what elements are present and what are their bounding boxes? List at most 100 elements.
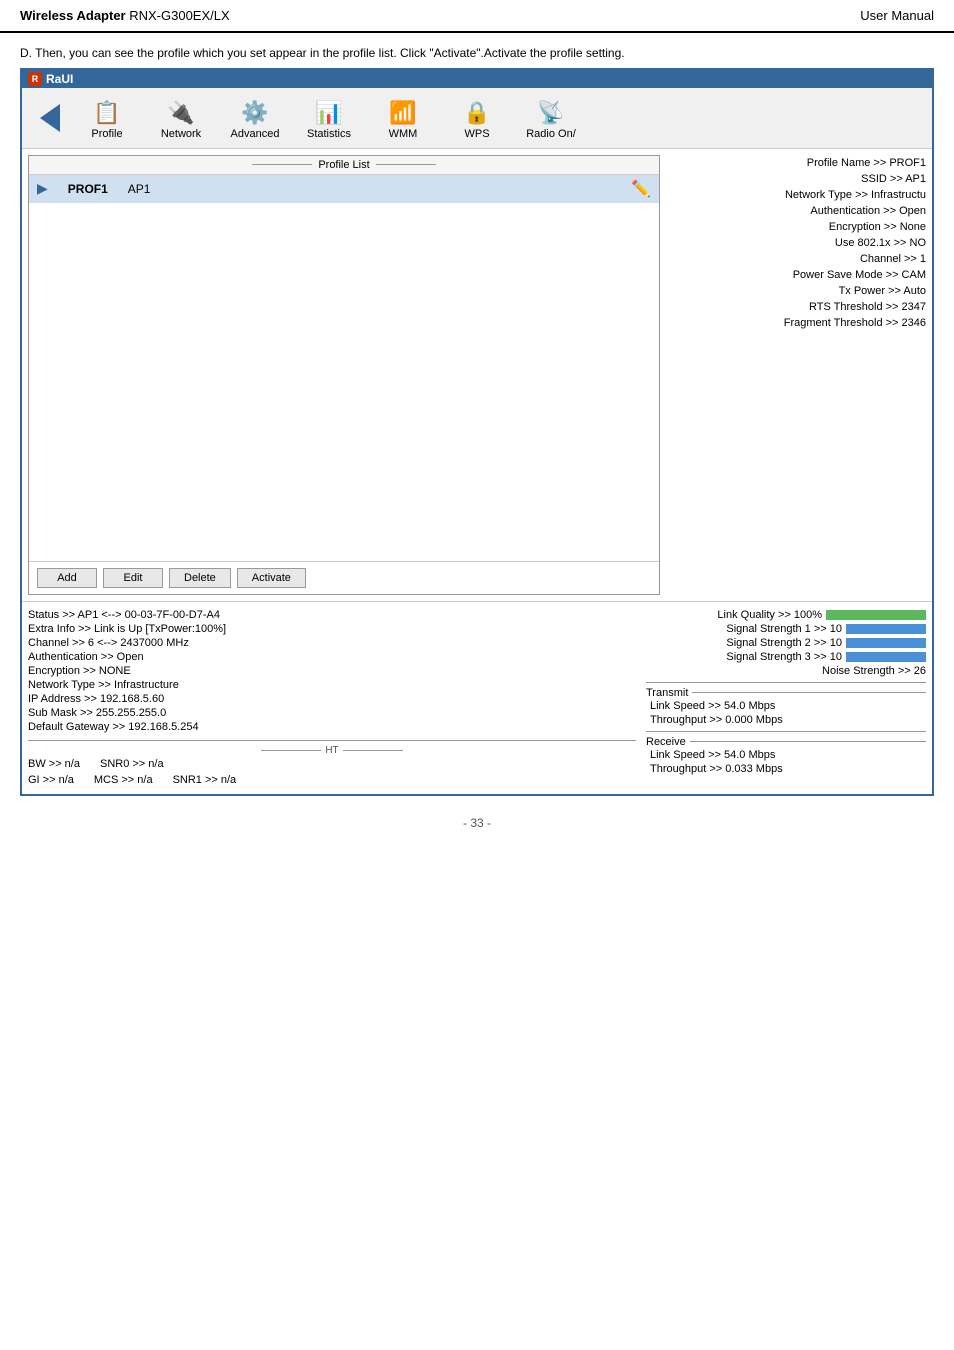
edit-button[interactable]: Edit	[103, 568, 163, 588]
link-quality-bar	[826, 610, 926, 620]
status-network-type: Network Type >> Infrastructure	[28, 678, 636, 692]
back-button[interactable]	[32, 94, 68, 142]
ht-gi: GI >> n/a	[28, 774, 74, 786]
profile-active-arrow: ▶	[37, 180, 48, 197]
profile-name: PROF1	[68, 182, 108, 196]
page-footer: - 33 -	[0, 796, 954, 850]
activate-button[interactable]: Activate	[237, 568, 306, 588]
toolbar-wmm[interactable]: 📶 WMM	[368, 98, 438, 142]
info-fragment: Fragment Threshold >> 2346	[666, 315, 926, 331]
ht-row-1: BW >> n/a SNR0 >> n/a	[28, 756, 636, 772]
titlebar-title: RaUI	[46, 72, 73, 86]
ht-snr1: SNR1 >> n/a	[173, 774, 237, 786]
receive-section: Receive Link Speed >> 54.0 Mbps Throughp…	[646, 731, 926, 776]
status-ap: Status >> AP1 <--> 00-03-7F-00-D7-A4	[28, 608, 636, 622]
profile-ssid: AP1	[128, 182, 151, 196]
ht-bw: BW >> n/a	[28, 758, 80, 770]
toolbar-wps[interactable]: 🔒 WPS	[442, 98, 512, 142]
info-channel: Channel >> 1	[666, 251, 926, 267]
profile-list-header: Profile List	[29, 156, 659, 175]
toolbar-radio-label: Radio On/	[526, 128, 576, 140]
signal-strength-1-label: Signal Strength 1 >> 10	[726, 623, 842, 635]
receive-header: Receive	[646, 736, 926, 748]
signal-strength-3-row: Signal Strength 3 >> 10	[646, 650, 926, 664]
info-profile-name: Profile Name >> PROF1	[666, 155, 926, 171]
info-encryption: Encryption >> None	[666, 219, 926, 235]
status-gateway: Default Gateway >> 192.168.5.254	[28, 720, 636, 734]
network-icon: 🔌	[167, 100, 194, 126]
status-encryption: Encryption >> NONE	[28, 664, 636, 678]
ht-mcs: MCS >> n/a	[94, 774, 153, 786]
signal-strength-3-bar	[846, 652, 926, 662]
header-model: RNX-G300EX/LX	[126, 8, 230, 23]
toolbar-network-label: Network	[161, 128, 201, 140]
signal-strength-2-label: Signal Strength 2 >> 10	[726, 637, 842, 649]
noise-strength-label: Noise Strength >> 26	[822, 665, 926, 677]
signal-strength-2-row: Signal Strength 2 >> 10	[646, 636, 926, 650]
toolbar-network[interactable]: 🔌 Network	[146, 98, 216, 142]
toolbar-wmm-label: WMM	[389, 128, 418, 140]
receive-link-speed: Link Speed >> 54.0 Mbps	[646, 748, 926, 762]
advanced-icon: ⚙️	[241, 100, 268, 126]
toolbar-profile[interactable]: 📋 Profile	[72, 98, 142, 142]
profile-buttons-row: Add Edit Delete Activate	[29, 561, 659, 594]
main-content: Profile List ▶ PROF1 AP1 ✏️ Add Edit Del…	[22, 149, 932, 601]
status-extra-info: Extra Info >> Link is Up [TxPower:100%]	[28, 622, 636, 636]
transmit-section: Transmit Link Speed >> 54.0 Mbps Through…	[646, 682, 926, 727]
ht-section: HT BW >> n/a SNR0 >> n/a GI >> n/a MCS >…	[28, 740, 636, 788]
statistics-icon: 📊	[315, 100, 342, 126]
page-number: - 33 -	[463, 816, 491, 830]
signal-strength-1-bar	[846, 624, 926, 634]
toolbar-profile-label: Profile	[91, 128, 122, 140]
titlebar-icon: R	[28, 72, 42, 86]
delete-button[interactable]: Delete	[169, 568, 231, 588]
profile-panel: Profile List ▶ PROF1 AP1 ✏️ Add Edit Del…	[28, 155, 660, 595]
toolbar: 📋 Profile 🔌 Network ⚙️ Advanced 📊 Statis…	[22, 88, 932, 149]
status-info: Status >> AP1 <--> 00-03-7F-00-D7-A4 Ext…	[28, 608, 636, 788]
profile-icon: 📋	[93, 100, 120, 126]
info-auth: Authentication >> Open	[666, 203, 926, 219]
header-right: User Manual	[860, 8, 934, 23]
wmm-icon: 📶	[389, 100, 416, 126]
info-network-type: Network Type >> Infrastructu	[666, 187, 926, 203]
page-header: Wireless Adapter RNX-G300EX/LX User Manu…	[0, 0, 954, 33]
bottom-section: Status >> AP1 <--> 00-03-7F-00-D7-A4 Ext…	[22, 601, 932, 794]
info-ssid: SSID >> AP1	[666, 171, 926, 187]
toolbar-advanced-label: Advanced	[231, 128, 280, 140]
signal-strength-1-row: Signal Strength 1 >> 10	[646, 622, 926, 636]
toolbar-radio[interactable]: 📡 Radio On/	[516, 98, 586, 142]
raui-window: R RaUI 📋 Profile 🔌 Network ⚙️ Advanced 📊…	[20, 68, 934, 796]
link-quality-label: Link Quality >> 100%	[717, 609, 822, 621]
signal-strength-3-label: Signal Strength 3 >> 10	[726, 651, 842, 663]
toolbar-statistics-label: Statistics	[307, 128, 351, 140]
info-power-save: Power Save Mode >> CAM	[666, 267, 926, 283]
status-channel: Channel >> 6 <--> 2437000 MHz	[28, 636, 636, 650]
ht-header: HT	[28, 745, 636, 756]
ht-snr0: SNR0 >> n/a	[100, 758, 164, 770]
profile-row[interactable]: ▶ PROF1 AP1 ✏️	[29, 175, 659, 203]
profile-info-panel: Profile Name >> PROF1 SSID >> AP1 Networ…	[666, 155, 926, 595]
status-auth: Authentication >> Open	[28, 650, 636, 664]
toolbar-statistics[interactable]: 📊 Statistics	[294, 98, 364, 142]
titlebar: R RaUI	[22, 70, 932, 88]
signal-panel: Link Quality >> 100% Signal Strength 1 >…	[646, 608, 926, 788]
toolbar-advanced[interactable]: ⚙️ Advanced	[220, 98, 290, 142]
info-8021x: Use 802.1x >> NO	[666, 235, 926, 251]
top-instruction: D. Then, you can see the profile which y…	[0, 33, 954, 68]
transmit-throughput: Throughput >> 0.000 Mbps	[646, 713, 926, 727]
header-brand: Wireless Adapter	[20, 8, 126, 23]
header-left: Wireless Adapter RNX-G300EX/LX	[20, 8, 230, 23]
status-subnet: Sub Mask >> 255.255.255.0	[28, 706, 636, 720]
link-quality-row: Link Quality >> 100%	[646, 608, 926, 622]
noise-strength-row: Noise Strength >> 26	[646, 664, 926, 678]
info-tx-power: Tx Power >> Auto	[666, 283, 926, 299]
profile-edit-icon[interactable]: ✏️	[631, 179, 651, 199]
receive-throughput: Throughput >> 0.033 Mbps	[646, 762, 926, 776]
wps-icon: 🔒	[463, 100, 490, 126]
signal-strength-2-bar	[846, 638, 926, 648]
transmit-header: Transmit	[646, 687, 926, 699]
add-button[interactable]: Add	[37, 568, 97, 588]
transmit-link-speed: Link Speed >> 54.0 Mbps	[646, 699, 926, 713]
ht-row-2: GI >> n/a MCS >> n/a SNR1 >> n/a	[28, 772, 636, 788]
profile-panel-inner: Profile List ▶ PROF1 AP1 ✏️ Add Edit Del…	[29, 156, 659, 594]
